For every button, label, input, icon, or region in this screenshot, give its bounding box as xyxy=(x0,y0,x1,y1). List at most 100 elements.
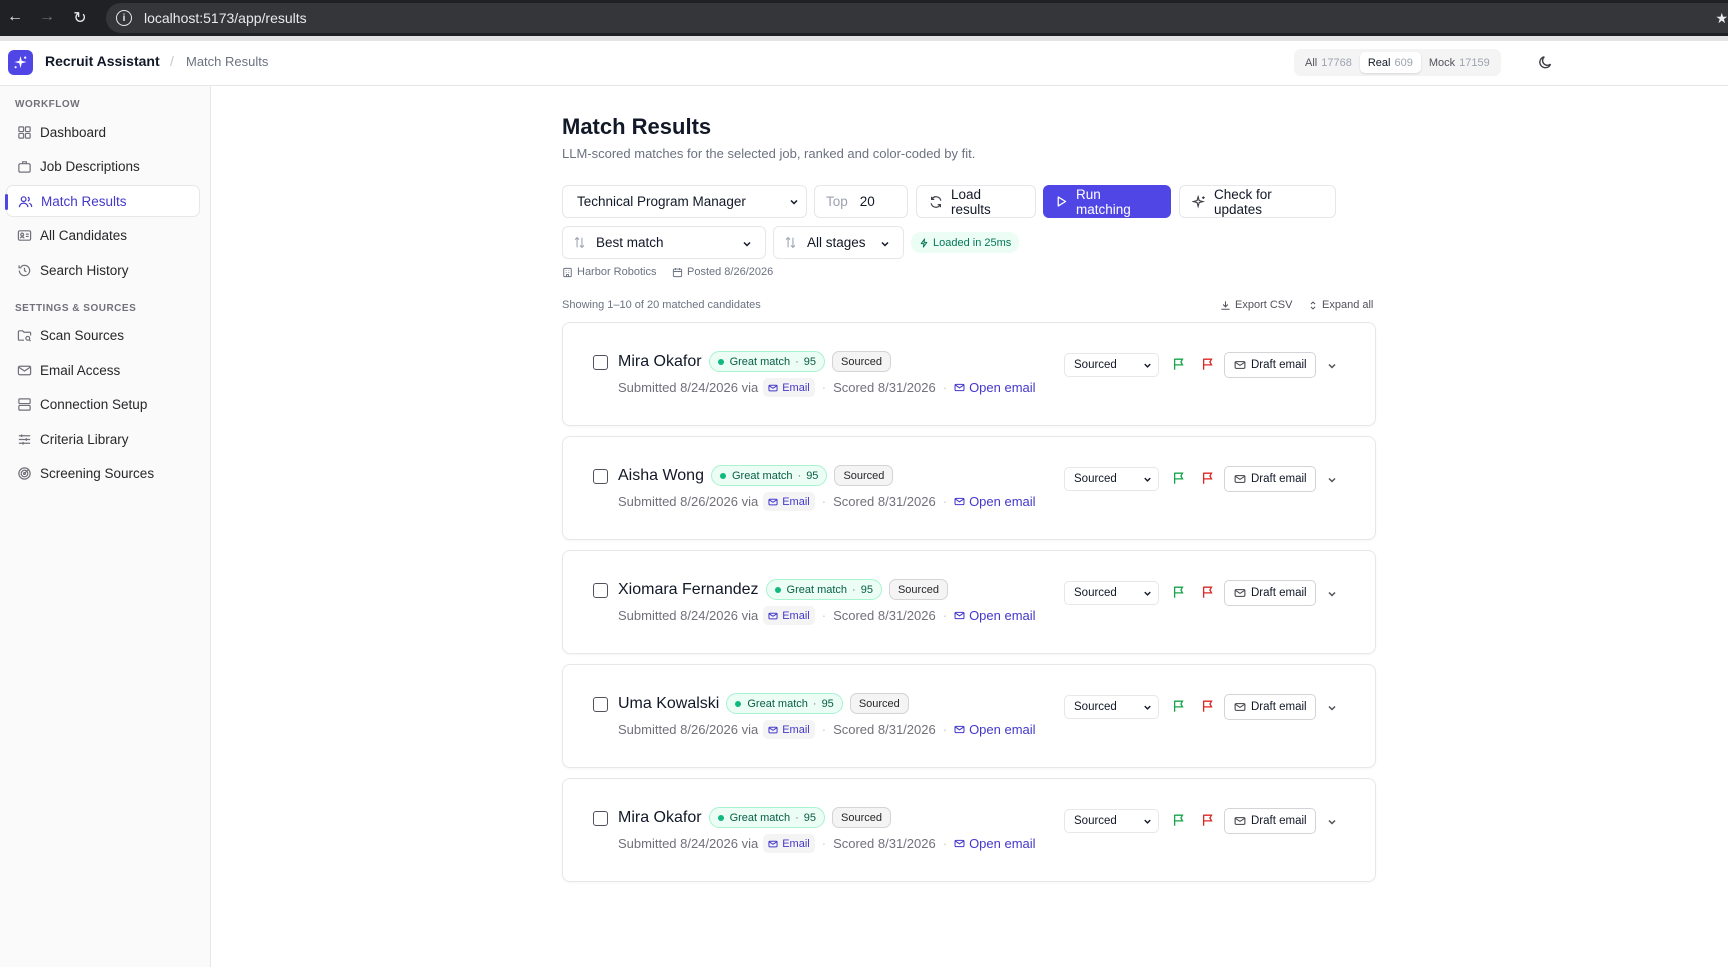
breadcrumb-separator: / xyxy=(170,53,174,69)
theme-toggle-moon-icon[interactable] xyxy=(1538,54,1554,70)
select-candidate-checkbox[interactable] xyxy=(593,583,608,598)
open-email-link[interactable]: Open email xyxy=(954,836,1036,851)
draft-email-button[interactable]: Draft email xyxy=(1224,580,1316,606)
score-separator: · xyxy=(852,583,856,596)
open-email-link[interactable]: Open email xyxy=(954,494,1036,509)
select-candidate-checkbox[interactable] xyxy=(593,811,608,826)
stage-select[interactable]: Sourced xyxy=(1064,809,1159,833)
calendar-icon xyxy=(672,267,683,278)
sidebar-item-connection-setup[interactable]: Connection Setup xyxy=(6,388,200,420)
data-source-toggle: All 17768 Real 609 Mock 17159 xyxy=(1294,49,1501,76)
expand-card-chevron-icon[interactable] xyxy=(1326,702,1338,714)
select-candidate-checkbox[interactable] xyxy=(593,697,608,712)
candidate-card: Xiomara Fernandez Great match · 95 Sourc… xyxy=(562,550,1376,654)
sidebar-item-email-access[interactable]: Email Access xyxy=(6,354,200,386)
candidate-meta-row: Submitted 8/24/2026 via Email · Scored 8… xyxy=(618,606,1036,625)
draft-email-button[interactable]: Draft email xyxy=(1224,694,1316,720)
sidebar-item-screening-sources[interactable]: Screening Sources xyxy=(6,457,200,489)
sidebar-item-scan-sources[interactable]: Scan Sources xyxy=(6,319,200,351)
sidebar-item-job-descriptions[interactable]: Job Descriptions xyxy=(6,150,200,182)
stage-filter-select[interactable]: All stages xyxy=(773,226,904,259)
sidebar-item-label: Scan Sources xyxy=(40,327,125,343)
meta-separator: · xyxy=(942,608,948,623)
stage-select[interactable]: Sourced xyxy=(1064,353,1159,377)
green-flag-icon[interactable] xyxy=(1172,357,1186,371)
candidate-name[interactable]: Xiomara Fernandez xyxy=(618,581,759,599)
bookmark-star-icon[interactable]: ★ xyxy=(1715,10,1728,27)
stage-select[interactable]: Sourced xyxy=(1064,467,1159,491)
reload-icon[interactable]: ↻ xyxy=(69,8,91,28)
job-select-value: Technical Program Manager xyxy=(577,194,746,209)
stage-select[interactable]: Sourced xyxy=(1064,581,1159,605)
match-score: 95 xyxy=(806,469,819,482)
match-label: Great match xyxy=(731,469,793,482)
red-flag-icon[interactable] xyxy=(1201,813,1215,827)
company-meta: Harbor Robotics xyxy=(562,266,656,278)
expand-all-button[interactable]: Expand all xyxy=(1308,299,1373,311)
candidate-name[interactable]: Uma Kowalski xyxy=(618,695,719,713)
scored-text: Scored 8/31/2026 xyxy=(833,380,936,395)
candidate-name[interactable]: Mira Okafor xyxy=(618,353,702,371)
green-flag-icon[interactable] xyxy=(1172,585,1186,599)
red-flag-icon[interactable] xyxy=(1201,471,1215,485)
open-email-link[interactable]: Open email xyxy=(954,380,1036,395)
meta-separator: · xyxy=(821,722,827,737)
top-n-label: Top xyxy=(826,194,848,209)
segment-mock[interactable]: Mock 17159 xyxy=(1421,52,1498,73)
green-flag-icon[interactable] xyxy=(1172,699,1186,713)
loaded-time-badge: Loaded in 25ms xyxy=(911,232,1020,253)
red-flag-icon[interactable] xyxy=(1201,357,1215,371)
scored-text: Scored 8/31/2026 xyxy=(833,722,936,737)
app-logo-icon[interactable] xyxy=(8,50,33,75)
green-flag-icon[interactable] xyxy=(1172,813,1186,827)
green-flag-icon[interactable] xyxy=(1172,471,1186,485)
draft-email-button[interactable]: Draft email xyxy=(1224,466,1316,492)
segment-real[interactable]: Real 609 xyxy=(1359,52,1421,73)
sidebar-item-dashboard[interactable]: Dashboard xyxy=(6,116,200,148)
sidebar-item-match-results[interactable]: Match Results xyxy=(5,185,200,217)
job-select[interactable]: Technical Program Manager xyxy=(562,185,807,218)
breadcrumb: Match Results xyxy=(186,54,269,69)
app-header: Recruit Assistant / Match Results All 177… xyxy=(0,41,1728,86)
expand-card-chevron-icon[interactable] xyxy=(1326,816,1338,828)
expand-card-chevron-icon[interactable] xyxy=(1326,360,1338,372)
expand-card-chevron-icon[interactable] xyxy=(1326,588,1338,600)
workflow-section-title: WORKFLOW xyxy=(15,99,81,110)
load-results-button[interactable]: Load results xyxy=(916,185,1036,218)
open-email-link[interactable]: Open email xyxy=(954,608,1036,623)
forward-icon[interactable]: → xyxy=(36,8,58,26)
sort-select[interactable]: Best match xyxy=(562,226,766,259)
sidebar-item-all-candidates[interactable]: All Candidates xyxy=(6,219,200,251)
scored-text: Scored 8/31/2026 xyxy=(833,836,936,851)
scored-text: Scored 8/31/2026 xyxy=(833,494,936,509)
candidate-card: Mira Okafor Great match · 95 Sourced Sub… xyxy=(562,778,1376,882)
mail-icon xyxy=(768,497,778,507)
stage-filter-value: All stages xyxy=(807,235,866,250)
export-csv-button[interactable]: Export CSV xyxy=(1220,299,1292,311)
select-candidate-checkbox[interactable] xyxy=(593,469,608,484)
back-icon[interactable]: ← xyxy=(4,8,26,26)
red-flag-icon[interactable] xyxy=(1201,699,1215,713)
address-bar[interactable]: i localhost:5173/app/results xyxy=(106,3,1728,33)
candidate-card: Mira Okafor Great match · 95 Sourced Sub… xyxy=(562,322,1376,426)
candidate-header-row: Uma Kowalski Great match · 95 Sourced xyxy=(618,693,909,714)
draft-email-button[interactable]: Draft email xyxy=(1224,808,1316,834)
sidebar-item-criteria-library[interactable]: Criteria Library xyxy=(6,423,200,455)
top-n-input[interactable]: Top 20 xyxy=(814,185,908,218)
mail-icon xyxy=(1234,701,1246,713)
run-matching-button[interactable]: Run matching xyxy=(1043,185,1171,218)
open-email-link[interactable]: Open email xyxy=(954,722,1036,737)
candidate-name[interactable]: Aisha Wong xyxy=(618,467,704,485)
segment-all[interactable]: All 17768 xyxy=(1297,52,1360,73)
candidate-name[interactable]: Mira Okafor xyxy=(618,809,702,827)
draft-email-button[interactable]: Draft email xyxy=(1224,352,1316,378)
check-updates-button[interactable]: Check for updates xyxy=(1179,185,1336,218)
select-candidate-checkbox[interactable] xyxy=(593,355,608,370)
match-score: 95 xyxy=(821,697,834,710)
stage-select[interactable]: Sourced xyxy=(1064,695,1159,719)
app-name[interactable]: Recruit Assistant xyxy=(45,53,160,69)
site-info-icon[interactable]: i xyxy=(116,10,132,26)
sidebar-item-search-history[interactable]: Search History xyxy=(6,254,200,286)
red-flag-icon[interactable] xyxy=(1201,585,1215,599)
expand-card-chevron-icon[interactable] xyxy=(1326,474,1338,486)
